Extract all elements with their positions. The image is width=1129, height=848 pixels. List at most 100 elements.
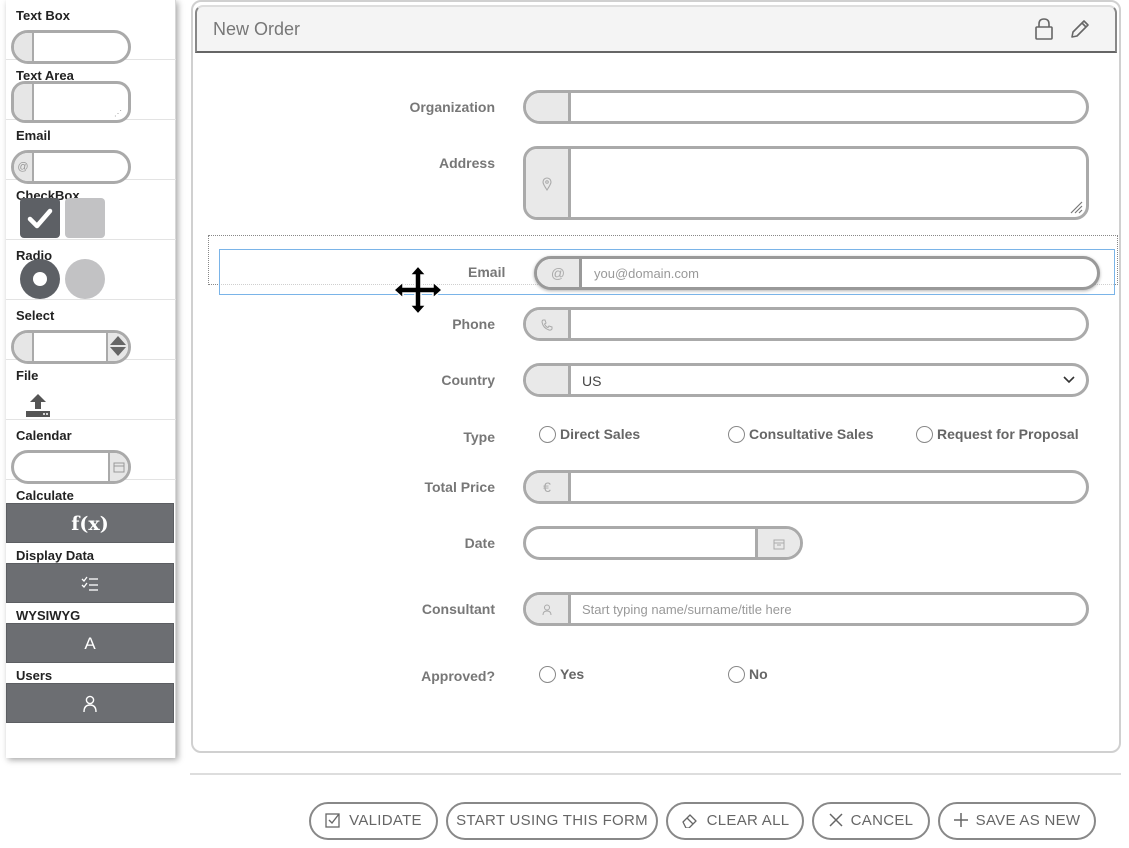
organization-label: Organization <box>409 99 495 115</box>
validate-label: VALIDATE <box>349 812 422 829</box>
phone-input[interactable] <box>523 307 1089 341</box>
location-pin-icon <box>526 149 571 217</box>
text-box-preview <box>11 30 131 64</box>
email-input[interactable]: @ you@domain.com <box>534 256 1100 290</box>
function-icon: f(x) <box>6 503 174 543</box>
organization-input[interactable] <box>523 90 1089 124</box>
palette-label: Email <box>16 128 51 143</box>
radio-circle[interactable] <box>728 426 745 443</box>
approved-option-yes[interactable]: Yes <box>539 666 584 683</box>
checkbox-unchecked-preview <box>65 198 105 238</box>
save-as-new-button[interactable]: SAVE AS NEW <box>938 802 1096 840</box>
palette-label: Text Box <box>16 8 70 23</box>
checkbox-checked-preview <box>20 198 60 238</box>
checkbox-check-icon <box>325 813 340 828</box>
country-select[interactable]: US <box>523 363 1089 397</box>
type-option-consultative-sales[interactable]: Consultative Sales <box>728 426 874 443</box>
text-format-icon: A <box>6 623 174 663</box>
user-icon <box>526 595 571 623</box>
select-arrows-icon <box>106 333 128 361</box>
email-preview: @ <box>11 150 131 184</box>
lock-icon[interactable] <box>1033 17 1055 41</box>
palette-item-calculate[interactable]: Calculate f(x) <box>6 480 176 543</box>
email-placeholder: you@domain.com <box>594 266 699 281</box>
eraser-icon <box>681 814 697 828</box>
palette-item-checkbox[interactable]: CheckBox <box>6 180 176 240</box>
calendar-preview <box>11 450 131 484</box>
move-cursor-icon <box>393 265 443 315</box>
phone-label: Phone <box>452 316 495 332</box>
address-textarea[interactable] <box>523 146 1089 220</box>
country-value: US <box>582 373 602 389</box>
type-option-rfp[interactable]: Request for Proposal <box>916 426 1079 443</box>
option-label: No <box>749 666 768 682</box>
option-label: Yes <box>560 666 585 682</box>
start-using-form-button[interactable]: START USING THIS FORM <box>446 802 658 840</box>
upload-icon <box>26 394 50 417</box>
consultant-placeholder: Start typing name/surname/title here <box>582 602 792 617</box>
clear-all-label: CLEAR ALL <box>706 812 790 829</box>
address-label: Address <box>438 155 495 171</box>
email-row-dragging[interactable]: Email @ you@domain.com <box>219 249 1115 295</box>
calendar-icon <box>108 453 128 481</box>
palette-label: Select <box>16 308 55 323</box>
palette-item-file[interactable]: File <box>6 360 176 420</box>
palette-item-select[interactable]: Select <box>6 300 176 364</box>
euro-icon: € <box>526 473 571 501</box>
calendar-icon[interactable] <box>755 529 800 557</box>
approved-option-no[interactable]: No <box>728 666 768 683</box>
total-price-label: Total Price <box>424 479 495 495</box>
close-icon <box>829 813 843 827</box>
palette-item-text-box[interactable]: Text Box <box>6 0 176 64</box>
resize-handle-icon[interactable] <box>1069 200 1083 214</box>
field-palette: Text Box Text Area ⋰ Email @ CheckBox Ra… <box>6 0 176 758</box>
radio-unselected-preview <box>65 259 105 299</box>
palette-label: Display Data <box>16 548 95 563</box>
save-as-new-label: SAVE AS NEW <box>975 812 1081 829</box>
radio-circle[interactable] <box>916 426 933 443</box>
radio-circle[interactable] <box>539 666 556 683</box>
date-label: Date <box>464 535 495 551</box>
start-using-label: START USING THIS FORM <box>456 812 648 829</box>
radio-circle[interactable] <box>539 426 556 443</box>
at-icon: @ <box>14 153 34 181</box>
cancel-button[interactable]: CANCEL <box>812 802 930 840</box>
consultant-label: Consultant <box>421 601 495 617</box>
palette-item-email[interactable]: Email @ <box>6 120 176 184</box>
palette-label: Calculate <box>16 488 74 503</box>
palette-item-users[interactable]: Users <box>6 660 176 723</box>
palette-item-calendar[interactable]: Calendar <box>6 420 176 484</box>
check-icon <box>27 208 53 229</box>
consultant-input[interactable]: Start typing name/surname/title here <box>523 592 1089 626</box>
type-option-direct-sales[interactable]: Direct Sales <box>539 426 640 443</box>
palette-label: Calendar <box>16 428 72 443</box>
form-header: New Order <box>195 5 1117 53</box>
palette-item-wysiwyg[interactable]: WYSIWYG A <box>6 600 176 663</box>
form-title: New Order <box>213 19 301 39</box>
form-card: New Order Organization Address Phone Cou… <box>191 0 1121 753</box>
footer-divider <box>190 773 1121 775</box>
palette-label: WYSIWYG <box>16 608 81 623</box>
plus-icon <box>953 813 968 827</box>
edit-pencil-icon[interactable] <box>1068 17 1090 41</box>
radio-selected-preview <box>20 259 60 299</box>
phone-icon <box>526 310 571 338</box>
text-area-preview: ⋰ <box>11 81 131 123</box>
type-label: Type <box>463 429 495 445</box>
option-label: Consultative Sales <box>749 426 874 442</box>
palette-item-text-area[interactable]: Text Area ⋰ <box>6 60 176 123</box>
palette-item-radio[interactable]: Radio <box>6 240 176 300</box>
validate-button[interactable]: VALIDATE <box>309 802 438 840</box>
palette-label: Users <box>16 668 53 683</box>
option-label: Request for Proposal <box>937 426 1079 442</box>
radio-circle[interactable] <box>728 666 745 683</box>
clear-all-button[interactable]: CLEAR ALL <box>666 802 804 840</box>
date-input[interactable] <box>523 526 803 560</box>
select-preview <box>11 330 131 364</box>
chevron-down-icon <box>1063 376 1075 384</box>
email-label: Email <box>468 264 506 280</box>
option-label: Direct Sales <box>560 426 641 442</box>
approved-label: Approved? <box>421 668 495 684</box>
palette-item-display-data[interactable]: Display Data <box>6 540 176 603</box>
total-price-input[interactable]: € <box>523 470 1089 504</box>
